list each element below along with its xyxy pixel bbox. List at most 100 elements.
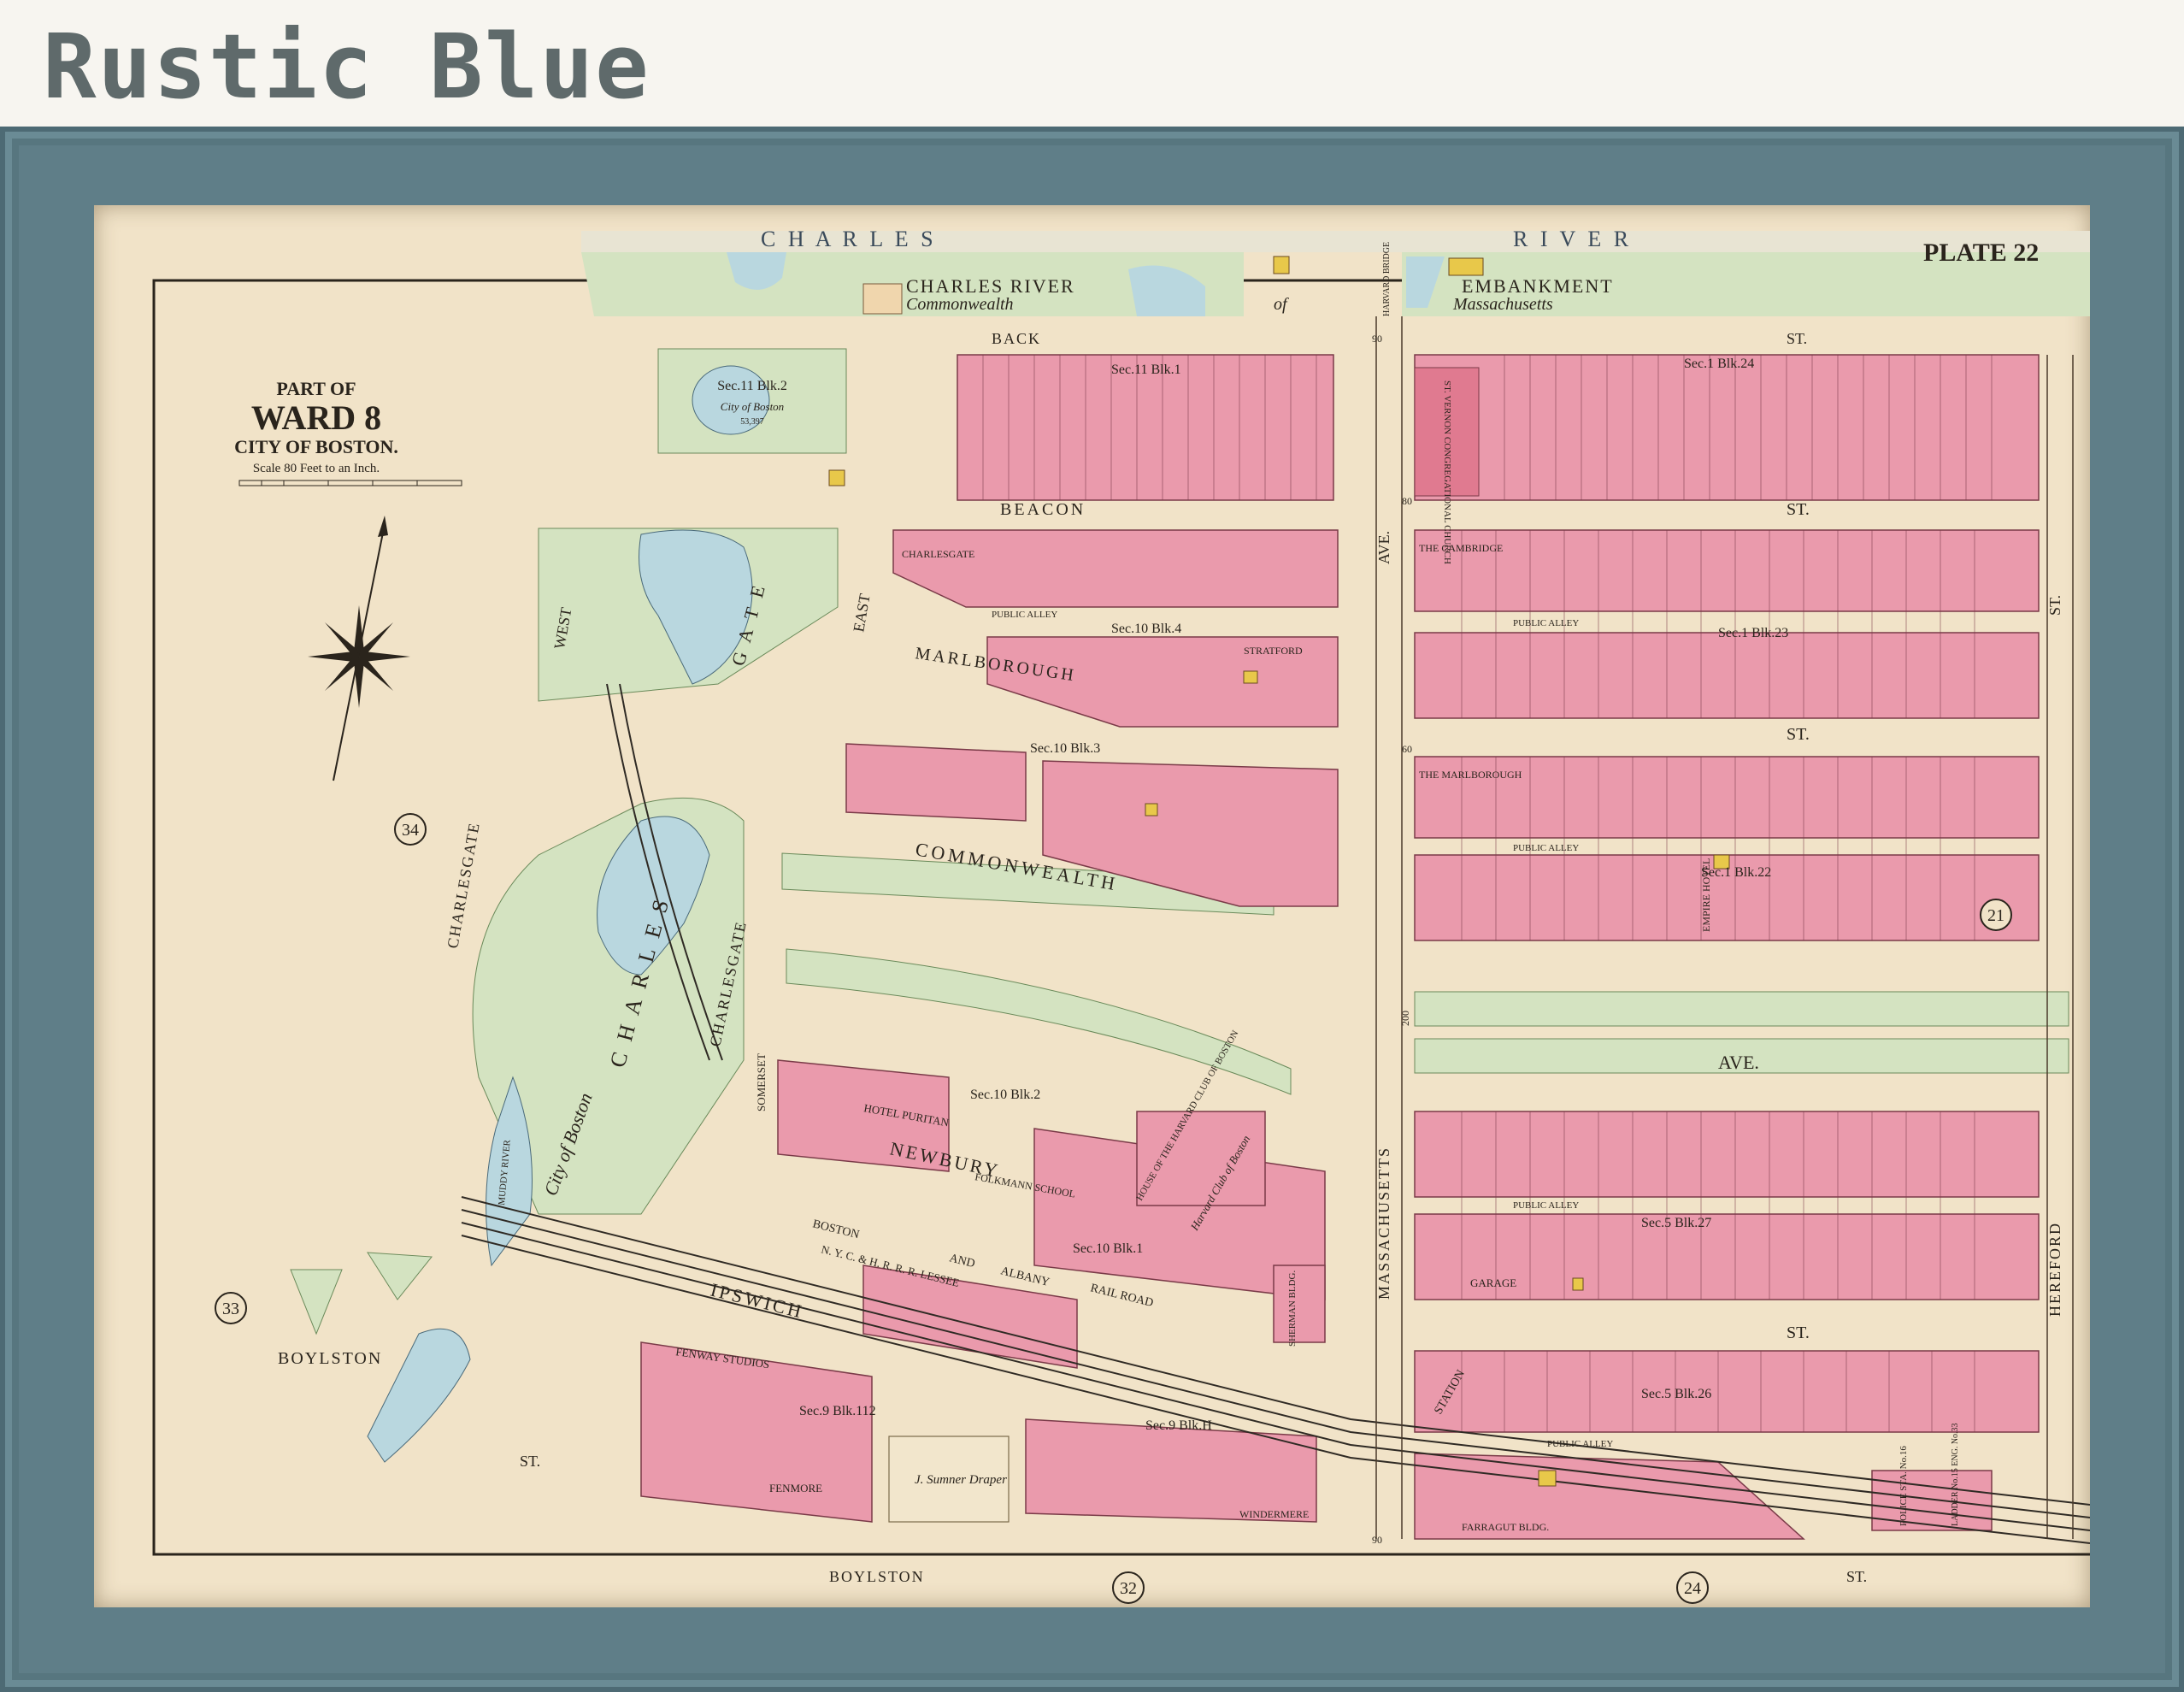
- width-80: 80: [1402, 495, 1412, 507]
- section-sec9-blk112: Sec.9 Blk.112: [799, 1404, 876, 1418]
- plate-number: PLATE 22: [1923, 239, 2039, 267]
- width-90-bottom: 90: [1372, 1534, 1382, 1546]
- section-sec10-blk2: Sec.10 Blk.2: [970, 1088, 1040, 1102]
- atlas-map: 34 33 21 32 24 PLATE 22 PART OF WARD 8 C…: [152, 227, 2090, 1604]
- block-sec5-blk27-north: [1414, 1111, 2040, 1198]
- river-label-charles: C H A R L E S: [761, 227, 937, 251]
- building-draper: J. Sumner Draper: [915, 1473, 1007, 1487]
- commonwealth-mall: [1414, 991, 2069, 1027]
- street-charlesgate-east: EAST: [850, 592, 874, 634]
- section-sec9-blkh: Sec.9 Blk.H: [1145, 1418, 1212, 1433]
- river-label-river: R I V E R: [1513, 227, 1632, 251]
- sec11-blk2-owner: City of Boston: [721, 400, 784, 413]
- block-sherman: [1273, 1265, 1326, 1343]
- commonwealth-of-label: Commonwealth: [906, 295, 1014, 314]
- public-alley-2: PUBLIC ALLEY: [992, 610, 1057, 620]
- embankment-label-2: EMBANKMENT: [1462, 275, 1614, 297]
- block-sec9-blk112: [640, 1341, 873, 1523]
- street-marlborough-st: ST.: [1787, 725, 1810, 744]
- width-60: 60: [1402, 743, 1412, 755]
- title-part-of: PART OF: [276, 378, 356, 399]
- street-charlesgate: CHARLESGATE: [444, 820, 483, 949]
- frame-style-banner: Rustic Blue: [0, 0, 2184, 127]
- harvard-bridge-label: HARVARD BRIDGE: [1382, 242, 1392, 316]
- railroad-label-railroad: RAIL ROAD: [1089, 1282, 1155, 1310]
- railroad-label-boston: BOSTON: [811, 1217, 861, 1241]
- section-sec5-blk27: Sec.5 Blk.27: [1641, 1216, 1711, 1230]
- embankment-building: [862, 283, 903, 315]
- building-police-station: POLICE STA. No.16: [1898, 1446, 1909, 1526]
- building-windermere: WINDERMERE: [1239, 1508, 1309, 1520]
- public-alley-4: PUBLIC ALLEY: [1513, 1200, 1579, 1211]
- street-massachusetts-ave: AVE.: [1375, 531, 1392, 564]
- section-sec10-blk3: Sec.10 Blk.3: [1030, 741, 1100, 756]
- street-hereford-st: ST.: [2046, 595, 2063, 616]
- scale-bar: [238, 480, 462, 486]
- building-stratford: STRATFORD: [1244, 645, 1303, 657]
- section-sec1-blk23: Sec.1 Blk.23: [1718, 626, 1788, 640]
- embankment-kiosk-2: [1448, 257, 1484, 276]
- street-back-st: ST.: [1787, 330, 1807, 347]
- street-boylston-bottom: BOYLSTON: [829, 1568, 925, 1585]
- commonwealth-of-label-2: of: [1274, 295, 1289, 314]
- section-sec1-blk24: Sec.1 Blk.24: [1684, 357, 1754, 371]
- compass-rose-icon: [308, 516, 410, 781]
- public-alley-5: PUBLIC ALLEY: [1547, 1439, 1613, 1449]
- plate-ref-21: 21: [1987, 906, 2004, 925]
- street-boylston-st: ST.: [1846, 1568, 1867, 1585]
- block-sec10-blk4: [892, 529, 1339, 608]
- plate-ref-33: 33: [222, 1300, 239, 1318]
- fens-green-triangle: [367, 1252, 433, 1300]
- block-police-station: [1871, 1470, 1993, 1531]
- building-somerset: SOMERSET: [755, 1053, 768, 1111]
- embankment-kiosk: [1273, 256, 1290, 274]
- frame-style-title: Rustic Blue: [43, 15, 650, 119]
- title-ward: WARD 8: [251, 398, 381, 437]
- title-scale: Scale 80 Feet to an Inch.: [253, 462, 380, 475]
- public-alley-1: PUBLIC ALLEY: [1513, 618, 1579, 628]
- plate-ref-24: 24: [1684, 1579, 1701, 1598]
- plate-ref-32: 32: [1120, 1579, 1137, 1598]
- section-sec11-blk1: Sec.11 Blk.1: [1111, 363, 1181, 377]
- building-sherman: SHERMAN BLDG.: [1287, 1270, 1298, 1347]
- railroad-label-albany: ALBANY: [999, 1265, 1051, 1289]
- embankment-label-1: CHARLES RIVER: [906, 275, 1075, 297]
- title-city: CITY OF BOSTON.: [234, 436, 398, 457]
- street-ave: AVE.: [1718, 1052, 1759, 1073]
- block-sec10-blk3: [845, 743, 1027, 822]
- commonwealth-of-label-3: Massachusetts: [1452, 295, 1553, 314]
- street-massachusetts: MASSACHUSETTS: [1375, 1147, 1392, 1300]
- building-ladder-engine: LADDER No.15 ENG. No.33: [1951, 1423, 1960, 1526]
- building-marlborough: THE MARLBOROUGH: [1419, 769, 1522, 781]
- building-farragut: FARRAGUT BLDG.: [1462, 1521, 1549, 1533]
- building-cambridge: THE CAMBRIDGE: [1419, 542, 1503, 554]
- plate-ref-34: 34: [402, 821, 419, 840]
- street-boylston-left: BOYLSTON: [278, 1349, 382, 1368]
- block-sec5-blk26: [1414, 1350, 2040, 1433]
- street-ipswich: IPSWICH: [709, 1279, 806, 1323]
- width-90-top: 90: [1372, 333, 1382, 345]
- public-alley-3: PUBLIC ALLEY: [1513, 843, 1579, 853]
- block-sec1-blk23-south: [1414, 632, 2040, 719]
- muddy-river-south: [367, 1328, 471, 1463]
- building-fenmore: FENMORE: [769, 1482, 822, 1495]
- street-beacon: BEACON: [1000, 500, 1086, 519]
- railroad-label-and: AND: [948, 1252, 976, 1270]
- building-garage: GARAGE: [1470, 1276, 1516, 1289]
- street-beacon-st: ST.: [1787, 500, 1810, 519]
- section-sec10-blk1: Sec.10 Blk.1: [1073, 1241, 1143, 1256]
- width-200: 200: [1399, 1011, 1411, 1026]
- building-empire-hotel: EMPIRE HOTEL: [1700, 858, 1712, 932]
- section-sec11-blk2: Sec.11 Blk.2: [717, 379, 787, 393]
- street-newbury-st: ST.: [1787, 1324, 1810, 1342]
- sec11-blk2-area: 53,397: [740, 417, 764, 427]
- block-sec1-blk24: [1414, 354, 2040, 501]
- fens-green-triangle-2: [290, 1269, 343, 1335]
- st-label-fens: ST.: [520, 1453, 540, 1470]
- block-sec1-blk23: [1414, 529, 2040, 612]
- building-charlesgate: CHARLESGATE: [902, 548, 974, 560]
- street-hereford: HEREFORD: [2046, 1222, 2063, 1317]
- block-sec9-blkh: [1025, 1418, 1317, 1523]
- street-back: BACK: [992, 330, 1041, 347]
- section-sec10-blk4: Sec.10 Blk.4: [1111, 622, 1181, 636]
